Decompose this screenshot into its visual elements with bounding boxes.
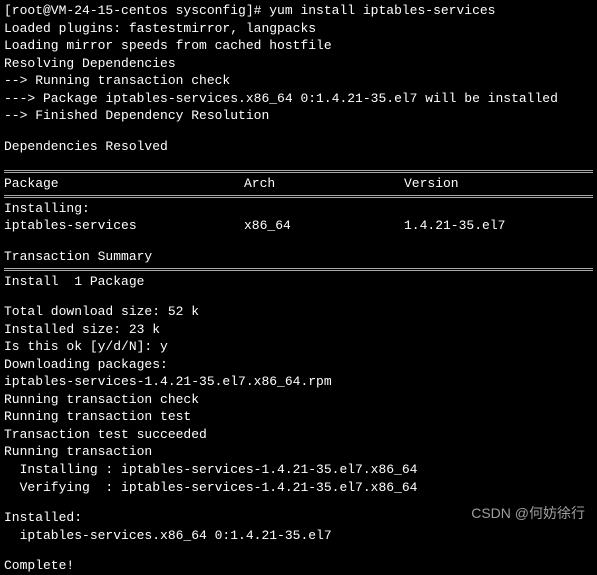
transaction-check-line: --> Running transaction check <box>4 72 593 90</box>
table-top-divider <box>4 170 593 173</box>
transaction-summary-label: Transaction Summary <box>4 248 593 266</box>
rpm-file-line: iptables-services-1.4.21-35.el7.x86_64.r… <box>4 373 593 391</box>
installing-label: Installing: <box>4 200 593 218</box>
blank-line <box>4 544 593 557</box>
finished-resolution-line: --> Finished Dependency Resolution <box>4 107 593 125</box>
resolving-line: Resolving Dependencies <box>4 55 593 73</box>
install-count-line: Install 1 Package <box>4 273 593 291</box>
blank-line <box>4 290 593 303</box>
table-row: iptables-services x86_64 1.4.21-35.el7 <box>4 217 593 235</box>
blank-line <box>4 125 593 138</box>
header-arch: Arch <box>244 175 404 193</box>
shell-prompt-line: [root@VM-24-15-centos sysconfig]# yum in… <box>4 2 593 20</box>
complete-line: Complete! <box>4 557 593 575</box>
run-transaction-line: Running transaction <box>4 443 593 461</box>
blank-line <box>4 235 593 248</box>
deps-resolved-line: Dependencies Resolved <box>4 138 593 156</box>
package-install-line: ---> Package iptables-services.x86_64 0:… <box>4 90 593 108</box>
blank-line <box>4 155 593 168</box>
plugins-line: Loaded plugins: fastestmirror, langpacks <box>4 20 593 38</box>
verifying-pkg-line: Verifying : iptables-services-1.4.21-35.… <box>4 479 593 497</box>
installed-size-line: Installed size: 23 k <box>4 321 593 339</box>
confirm-prompt-line: Is this ok [y/d/N]: y <box>4 338 593 356</box>
row-arch: x86_64 <box>244 217 404 235</box>
summary-divider <box>4 268 593 271</box>
row-package: iptables-services <box>4 217 244 235</box>
installing-pkg-line: Installing : iptables-services-1.4.21-35… <box>4 461 593 479</box>
run-check-line: Running transaction check <box>4 391 593 409</box>
run-test-line: Running transaction test <box>4 408 593 426</box>
test-succeeded-line: Transaction test succeeded <box>4 426 593 444</box>
table-header-divider <box>4 195 593 198</box>
download-size-line: Total download size: 52 k <box>4 303 593 321</box>
table-header-row: Package Arch Version <box>4 175 593 193</box>
installed-pkg-line: iptables-services.x86_64 0:1.4.21-35.el7 <box>4 527 593 545</box>
mirror-line: Loading mirror speeds from cached hostfi… <box>4 37 593 55</box>
downloading-line: Downloading packages: <box>4 356 593 374</box>
watermark: CSDN @何妨徐行 <box>471 504 585 523</box>
row-version: 1.4.21-35.el7 <box>404 217 593 235</box>
header-version: Version <box>404 175 593 193</box>
header-package: Package <box>4 175 244 193</box>
